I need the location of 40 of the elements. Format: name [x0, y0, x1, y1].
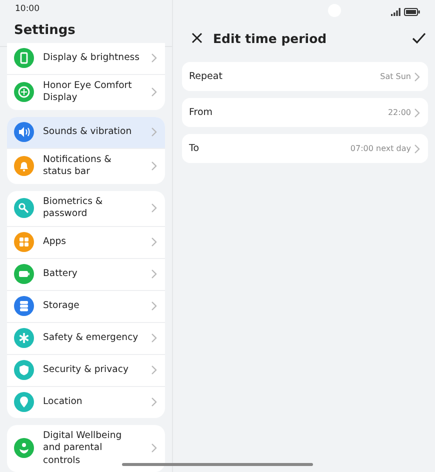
chevron-icon — [414, 144, 420, 154]
battery-icon — [404, 8, 420, 16]
settings-item[interactable]: Location — [7, 386, 165, 418]
settings-item[interactable]: Notifications & status bar — [7, 148, 165, 184]
chevron-icon — [151, 269, 157, 279]
setting-row[interactable]: From 22:00 — [182, 98, 428, 127]
setting-row[interactable]: Repeat Sat Sun — [182, 62, 428, 91]
confirm-button[interactable] — [410, 30, 428, 46]
chevron-icon — [414, 108, 420, 118]
settings-item[interactable]: Honor Eye Comfort Display — [7, 74, 165, 110]
setting-value: 22:00 — [388, 108, 411, 117]
chevron-icon — [151, 203, 157, 213]
settings-item[interactable]: Biometrics & password — [7, 190, 165, 226]
chevron-icon — [151, 365, 157, 375]
signal-icon — [391, 8, 401, 16]
chevron-icon — [151, 127, 157, 137]
settings-item[interactable]: Apps — [7, 226, 165, 258]
chevron-icon — [151, 87, 157, 97]
chevron-icon — [151, 237, 157, 247]
settings-item[interactable]: Security & privacy — [7, 354, 165, 386]
status-time: 10:00 — [15, 4, 40, 14]
chevron-icon — [151, 161, 157, 171]
setting-row[interactable]: To 07:00 next day — [182, 134, 428, 163]
setting-value: Sat Sun — [380, 72, 411, 81]
page-title: Settings — [13, 22, 76, 40]
settings-item[interactable]: Storage — [7, 290, 165, 322]
chevron-icon — [151, 397, 157, 407]
setting-value: 07:00 next day — [350, 144, 411, 153]
settings-item[interactable]: Digital Wellbeing and parental controls — [7, 424, 165, 472]
page-title: Edit time period — [213, 30, 327, 46]
close-button[interactable] — [189, 30, 205, 46]
settings-item[interactable]: Sounds & vibration — [7, 116, 165, 148]
chevron-icon — [151, 53, 157, 63]
chevron-icon — [151, 301, 157, 311]
settings-item[interactable]: Display & brightness — [7, 42, 165, 74]
chevron-icon — [414, 72, 420, 82]
chevron-icon — [151, 333, 157, 343]
settings-item[interactable]: Safety & emergency — [7, 322, 165, 354]
settings-item[interactable]: Battery — [7, 258, 165, 290]
chevron-icon — [151, 443, 157, 454]
